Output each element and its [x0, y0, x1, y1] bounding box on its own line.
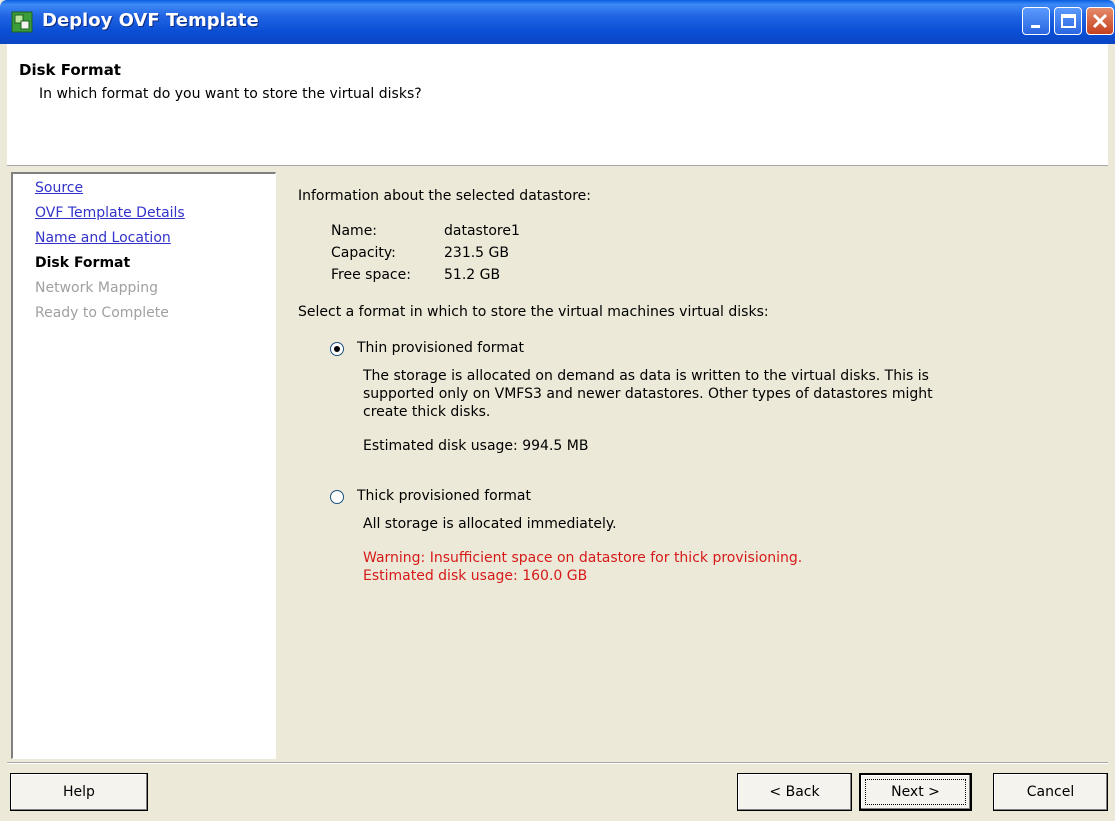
thick-provisioned-label[interactable]: Thick provisioned format: [357, 488, 531, 504]
next-button[interactable]: Next >: [859, 773, 972, 811]
datastore-capacity-label: Capacity:: [331, 245, 396, 261]
thick-warning: Warning: Insufficient space on datastore…: [363, 550, 803, 566]
thick-provisioned-radio[interactable]: [330, 490, 344, 504]
thick-description: All storage is allocated immediately.: [363, 516, 617, 532]
deploy-ovf-window: Deploy OVF Template Disk Format In which…: [0, 0, 1115, 821]
datastore-info-heading: Information about the selected datastore…: [298, 188, 591, 204]
datastore-name-value: datastore1: [444, 223, 520, 239]
thin-provisioned-label[interactable]: Thin provisioned format: [357, 340, 524, 356]
datastore-capacity-value: 231.5 GB: [444, 245, 509, 261]
datastore-free-label: Free space:: [331, 267, 411, 283]
maximize-icon: [1061, 14, 1076, 28]
vsphere-app-icon: [11, 11, 33, 33]
content-pane: Information about the selected datastore…: [285, 172, 1105, 759]
radio-selected-dot: [334, 346, 340, 352]
format-prompt: Select a format in which to store the vi…: [298, 304, 769, 320]
thin-estimated-usage: Estimated disk usage: 994.5 MB: [363, 438, 589, 454]
thin-description-line2: supported only on VMFS3 and newer datast…: [363, 386, 933, 402]
nav-item-disk-format: Disk Format: [35, 255, 131, 271]
datastore-free-value: 51.2 GB: [444, 267, 501, 283]
title-bar[interactable]: Deploy OVF Template: [0, 0, 1115, 44]
datastore-name-label: Name:: [331, 223, 378, 239]
nav-item-network-mapping: Network Mapping: [35, 280, 158, 296]
close-button[interactable]: [1086, 7, 1114, 35]
thin-description-line1: The storage is allocated on demand as da…: [363, 368, 929, 384]
page-title: Disk Format: [19, 61, 121, 79]
cancel-button[interactable]: Cancel: [993, 773, 1108, 811]
focus-rect: [865, 779, 966, 805]
nav-item-ovf-template-details[interactable]: OVF Template Details: [35, 205, 185, 221]
back-button[interactable]: < Back: [737, 773, 852, 811]
thin-description-line3: create thick disks.: [363, 404, 491, 420]
thin-provisioned-radio[interactable]: [330, 342, 344, 356]
maximize-button[interactable]: [1054, 7, 1082, 35]
nav-item-source[interactable]: Source: [35, 180, 83, 196]
wizard-header: Disk Format In which format do you want …: [7, 44, 1108, 166]
window-title: Deploy OVF Template: [42, 10, 259, 31]
thick-estimated-usage: Estimated disk usage: 160.0 GB: [363, 568, 588, 584]
nav-item-name-and-location[interactable]: Name and Location: [35, 230, 171, 246]
page-description: In which format do you want to store the…: [39, 86, 422, 102]
minimize-button[interactable]: [1022, 7, 1050, 35]
footer-separator: [7, 762, 1108, 764]
minimize-icon: [1031, 25, 1040, 28]
close-icon: [1092, 13, 1108, 29]
help-button[interactable]: Help: [10, 773, 148, 811]
wizard-steps-nav: Source OVF Template Details Name and Loc…: [11, 172, 276, 759]
nav-item-ready-to-complete: Ready to Complete: [35, 305, 169, 321]
